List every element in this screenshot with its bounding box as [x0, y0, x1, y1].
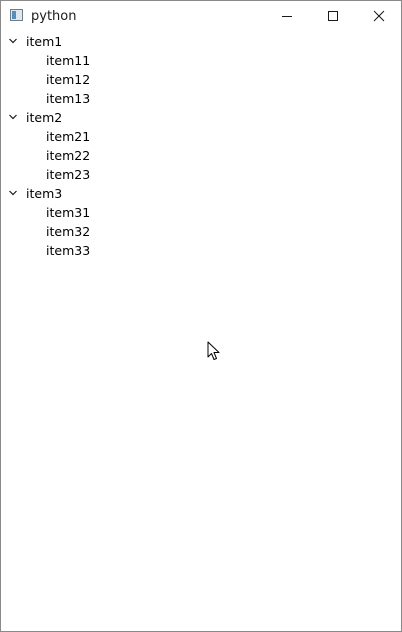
tree-item-label: item13: [46, 91, 91, 106]
tree-child-item[interactable]: item12: [1, 70, 401, 89]
minimize-button[interactable]: [264, 1, 310, 32]
tree-child-item[interactable]: item11: [1, 51, 401, 70]
app-window-icon: [10, 9, 23, 21]
tree-item-label: item11: [46, 53, 91, 68]
tree-item-label: item21: [46, 129, 91, 144]
tree-child-item[interactable]: item23: [1, 165, 401, 184]
tree-item-label: item32: [46, 224, 91, 239]
tree-child-item[interactable]: item22: [1, 146, 401, 165]
tree-item-label: item1: [26, 34, 63, 49]
tree-item-label: item23: [46, 167, 91, 182]
close-button[interactable]: [356, 1, 401, 32]
maximize-icon: [328, 11, 338, 21]
tree-item[interactable]: item1: [1, 32, 401, 51]
tree-item-label: item31: [46, 205, 91, 220]
mouse-pointer-icon: [207, 341, 220, 360]
minimize-icon: [282, 16, 292, 17]
chevron-down-icon[interactable]: [8, 113, 18, 121]
tree-item-label: item12: [46, 72, 91, 87]
tree-child-item[interactable]: item31: [1, 203, 401, 222]
chevron-down-icon[interactable]: [8, 37, 18, 45]
app-window: python item1 item11 item12 item13 item2 …: [0, 0, 402, 632]
tree-item-label: item3: [26, 186, 63, 201]
tree-item[interactable]: item2: [1, 108, 401, 127]
maximize-button[interactable]: [310, 1, 356, 32]
tree-child-item[interactable]: item32: [1, 222, 401, 241]
chevron-down-icon[interactable]: [8, 189, 18, 197]
tree-item-label: item2: [26, 110, 63, 125]
tree-item[interactable]: item3: [1, 184, 401, 203]
tree-view[interactable]: item1 item11 item12 item13 item2 item21 …: [1, 32, 401, 631]
close-icon: [373, 10, 385, 22]
tree-child-item[interactable]: item33: [1, 241, 401, 260]
tree-child-item[interactable]: item13: [1, 89, 401, 108]
tree-item-label: item33: [46, 243, 91, 258]
title-bar[interactable]: python: [1, 1, 401, 32]
tree-child-item[interactable]: item21: [1, 127, 401, 146]
window-title: python: [31, 9, 77, 24]
tree-item-label: item22: [46, 148, 91, 163]
